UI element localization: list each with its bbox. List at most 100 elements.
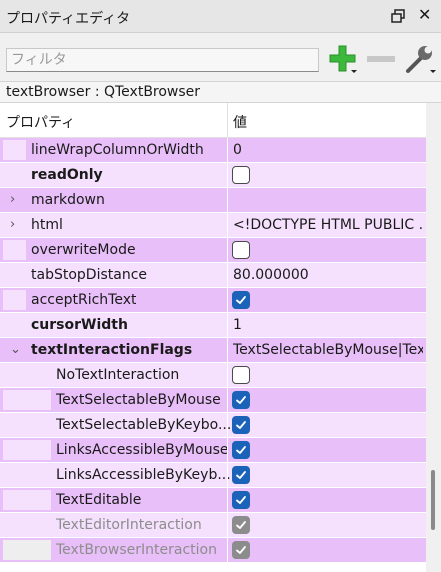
column-divider xyxy=(227,188,228,212)
property-value[interactable]: TextSelectableByMouse|Tex... xyxy=(233,340,423,361)
property-value[interactable]: 1 xyxy=(233,315,423,336)
flag-name: TextSelectableByKeybo... xyxy=(56,417,232,433)
checkmark-icon xyxy=(236,546,246,554)
window-title: プロパティエディタ xyxy=(6,11,131,27)
chevron-right-icon[interactable]: › xyxy=(10,189,15,211)
property-name: textInteractionFlags xyxy=(31,342,193,358)
header-divider xyxy=(227,103,228,138)
texteditorinteraction-checkbox xyxy=(232,516,250,534)
property-name: cursorWidth xyxy=(31,317,128,333)
property-row-overwritemode[interactable]: overwriteMode xyxy=(0,238,426,263)
column-divider xyxy=(227,438,228,462)
column-divider xyxy=(227,463,228,487)
notextinteraction-checkbox[interactable] xyxy=(232,366,250,384)
acceptrichtext-checkbox[interactable] xyxy=(232,291,250,309)
flag-row-textselectablebymouse[interactable]: TextSelectableByMouse xyxy=(0,388,426,413)
property-row-readonly[interactable]: readOnly xyxy=(0,163,426,188)
row-indent xyxy=(3,490,51,510)
property-row-html[interactable]: › html <!DOCTYPE HTML PUBLIC ... xyxy=(0,213,426,238)
flag-row-textbrowserinteraction: TextBrowserInteraction xyxy=(0,538,426,563)
column-divider xyxy=(227,313,228,337)
checkmark-icon xyxy=(236,421,246,429)
checkmark-icon xyxy=(236,446,246,454)
flag-name: TextSelectableByMouse xyxy=(56,392,221,408)
flag-row-texteditorinteraction: TextEditorInteraction xyxy=(0,513,426,538)
property-row-textinteractionflags[interactable]: ⌄ textInteractionFlags TextSelectableByM… xyxy=(0,338,426,363)
column-divider xyxy=(227,213,228,237)
linksaccessiblebykeyboard-checkbox[interactable] xyxy=(232,466,250,484)
column-divider xyxy=(227,338,228,362)
remove-property-icon[interactable] xyxy=(365,43,397,75)
column-divider xyxy=(227,488,228,512)
texteditable-checkbox[interactable] xyxy=(232,491,250,509)
property-row-acceptrichtext[interactable]: acceptRichText xyxy=(0,288,426,313)
checkmark-icon xyxy=(236,496,246,504)
column-divider xyxy=(227,413,228,437)
filter-input[interactable] xyxy=(6,48,319,72)
flag-row-textselectablebykeyboard[interactable]: TextSelectableByKeybo... xyxy=(0,413,426,438)
property-value[interactable]: <!DOCTYPE HTML PUBLIC ... xyxy=(233,215,423,236)
object-class-label: textBrowser : QTextBrowser xyxy=(0,81,441,103)
readonly-checkbox[interactable] xyxy=(232,166,250,184)
flag-name: LinksAccessibleByMouse xyxy=(56,442,229,458)
scrollbar-thumb[interactable] xyxy=(431,470,435,530)
column-divider xyxy=(227,513,228,537)
linksaccessiblebymouse-checkbox[interactable] xyxy=(232,441,250,459)
column-divider xyxy=(227,388,228,412)
flag-name: TextEditable xyxy=(56,492,142,508)
property-value[interactable]: 80.000000 xyxy=(233,265,423,286)
column-divider xyxy=(227,263,228,287)
table-header: プロパティ 値 xyxy=(0,103,426,138)
wrench-icon[interactable] xyxy=(404,43,436,75)
property-name: acceptRichText xyxy=(31,292,137,308)
textbrowserinteraction-checkbox xyxy=(232,541,250,559)
chevron-down-icon[interactable]: ⌄ xyxy=(10,339,21,361)
flag-name: LinksAccessibleByKeyb... xyxy=(56,467,231,483)
flag-row-linksaccessiblebymouse[interactable]: LinksAccessibleByMouse xyxy=(0,438,426,463)
checkmark-icon xyxy=(236,471,246,479)
property-row-tabstopdistance[interactable]: tabStopDistance 80.000000 xyxy=(0,263,426,288)
overwritemode-checkbox[interactable] xyxy=(232,241,250,259)
toolbar xyxy=(0,34,441,80)
row-indent xyxy=(3,390,51,410)
flag-row-notextinteraction[interactable]: NoTextInteraction xyxy=(0,363,426,388)
flag-name: TextEditorInteraction xyxy=(56,517,202,533)
property-name: lineWrapColumnOrWidth xyxy=(31,142,204,158)
flag-row-texteditable[interactable]: TextEditable xyxy=(0,488,426,513)
column-divider xyxy=(227,538,228,562)
property-value[interactable] xyxy=(233,190,423,211)
object-name-text: textBrowser : QTextBrowser xyxy=(6,84,201,100)
property-name: overwriteMode xyxy=(31,242,136,258)
row-indent xyxy=(3,540,51,560)
float-window-icon[interactable] xyxy=(391,9,405,23)
header-property[interactable]: プロパティ xyxy=(6,112,75,132)
textselectablebymouse-checkbox[interactable] xyxy=(232,391,250,409)
row-indent xyxy=(3,140,26,160)
row-indent xyxy=(3,440,51,460)
column-divider xyxy=(227,163,228,187)
property-row-markdown[interactable]: › markdown xyxy=(0,188,426,213)
column-divider xyxy=(227,138,228,162)
row-indent xyxy=(3,240,26,260)
flag-name: TextBrowserInteraction xyxy=(56,542,217,558)
column-divider xyxy=(227,238,228,262)
property-name: markdown xyxy=(31,192,105,208)
flag-row-linksaccessiblebykeyboard[interactable]: LinksAccessibleByKeyb... xyxy=(0,463,426,488)
property-name: tabStopDistance xyxy=(31,267,147,283)
property-value[interactable]: 0 xyxy=(233,140,423,161)
flag-name: NoTextInteraction xyxy=(56,367,180,383)
header-value[interactable]: 値 xyxy=(233,112,247,132)
column-divider xyxy=(227,288,228,312)
textselectablebykeyboard-checkbox[interactable] xyxy=(232,416,250,434)
chevron-right-icon[interactable]: › xyxy=(10,214,15,236)
property-row-cursorwidth[interactable]: cursorWidth 1 xyxy=(0,313,426,338)
checkmark-icon xyxy=(236,396,246,404)
column-divider xyxy=(227,363,228,387)
add-dynamic-property-icon[interactable] xyxy=(327,43,359,75)
row-indent xyxy=(3,290,26,310)
property-name: readOnly xyxy=(31,167,103,183)
property-row-linewrapcolumnorwidth[interactable]: lineWrapColumnOrWidth 0 xyxy=(0,138,426,163)
close-icon[interactable]: ✕ xyxy=(418,7,431,23)
property-table: プロパティ 値 lineWrapColumnOrWidth 0 readOnly… xyxy=(0,103,426,572)
title-bar: プロパティエディタ ✕ xyxy=(0,0,441,33)
